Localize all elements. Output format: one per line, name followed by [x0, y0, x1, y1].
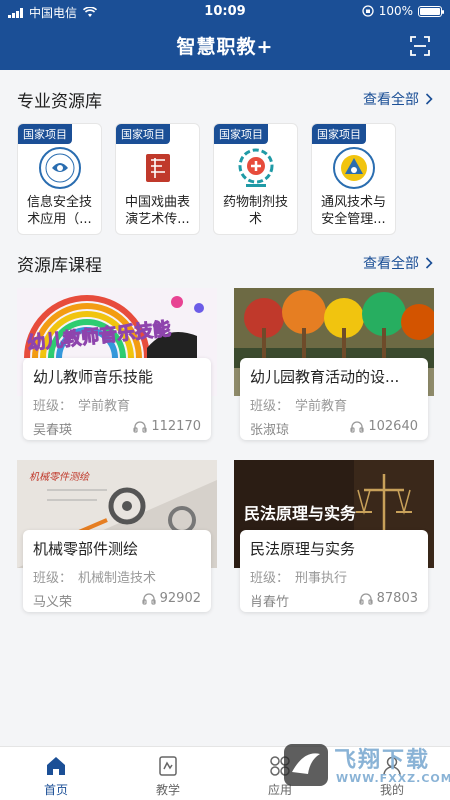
- course-views: 92902: [142, 591, 201, 606]
- scan-icon[interactable]: [410, 36, 430, 56]
- class-label: 班级：: [33, 571, 73, 586]
- teach-icon: [159, 756, 177, 776]
- watermark-url: WWW.FXXZ.COM: [336, 772, 450, 785]
- battery-icon: [418, 5, 444, 17]
- resource-name: 通风技术与安全管理...: [320, 195, 386, 227]
- top-bar: 中国电信 10:09 100% 智慧职教+: [0, 0, 450, 70]
- course-footer: 肖春竹 87803: [250, 591, 418, 610]
- watermark-brand: 飞翔下载: [334, 748, 431, 773]
- class-value: 学前教育: [295, 399, 348, 414]
- national-project-badge: 国家项目: [312, 124, 366, 144]
- course-footer: 张淑琼 102640: [250, 419, 418, 438]
- resource-section-title: 专业资源库: [17, 92, 102, 112]
- class-value: 机械制造技术: [78, 571, 157, 586]
- course-teacher: 张淑琼: [250, 423, 290, 438]
- chevron-right-icon: [425, 93, 433, 105]
- course-card[interactable]: 机械零件测绘 机械零部件测绘 班级： 机械制造技术 马义荣 92902: [17, 460, 217, 612]
- battery-fill: [420, 7, 440, 15]
- resource-card[interactable]: 国家项目 信息安全技术应用（...: [18, 124, 101, 234]
- status-bar: 中国电信 10:09 100%: [0, 0, 450, 24]
- course-class: 班级： 学前教育: [250, 395, 418, 414]
- course-section-title: 资源库课程: [17, 256, 102, 276]
- banner-text: 机械零件测绘: [29, 472, 89, 483]
- banner-text: 民法原理与实务: [244, 504, 357, 523]
- course-class: 班级： 学前教育: [33, 395, 201, 414]
- course-views: 112170: [133, 419, 201, 434]
- class-label: 班级：: [250, 399, 290, 414]
- tab-teaching-label: 教学: [155, 783, 180, 797]
- resource-section-header: 专业资源库 查看全部: [17, 87, 433, 112]
- course-footer: 马义荣 92902: [33, 591, 201, 610]
- course-section-header: 资源库课程 查看全部: [17, 251, 433, 276]
- class-value: 刑事执行: [295, 571, 348, 586]
- watermark-logo: 飞翔下载 WWW.FXXZ.COM: [282, 740, 450, 790]
- chevron-right-icon: [425, 257, 433, 269]
- course-info-card: 民法原理与实务 班级： 刑事执行 肖春竹 87803: [240, 530, 428, 612]
- tab-home[interactable]: 首页: [26, 755, 86, 798]
- course-teacher: 马义荣: [33, 595, 73, 610]
- resource-card[interactable]: 国家项目 药物制剂技术: [214, 124, 297, 234]
- course-info-card: 机械零部件测绘 班级： 机械制造技术 马义荣 92902: [23, 530, 211, 612]
- ventilation-logo-icon: [332, 147, 375, 189]
- course-footer: 吴春瑛 112170: [33, 419, 201, 438]
- infosec-logo-icon: [38, 147, 81, 189]
- course-class: 班级： 机械制造技术: [33, 567, 201, 586]
- status-right: 100%: [362, 4, 444, 18]
- views-icon: [350, 420, 364, 433]
- course-view-all-link[interactable]: 查看全部: [363, 253, 433, 273]
- course-views: 87803: [359, 591, 418, 606]
- class-label: 班级：: [250, 571, 290, 586]
- course-view-all-label: 查看全部: [363, 256, 419, 272]
- resource-view-all-link[interactable]: 查看全部: [363, 89, 433, 109]
- tab-home-label: 首页: [43, 783, 68, 797]
- views-count: 102640: [368, 419, 418, 434]
- views-count: 87803: [376, 591, 418, 606]
- course-title: 幼儿教师音乐技能: [33, 368, 154, 386]
- course-title: 幼儿园教育活动的设...: [250, 368, 400, 386]
- views-icon: [359, 592, 373, 605]
- resource-card[interactable]: 国家项目 中国戏曲表演艺术传...: [116, 124, 199, 234]
- course-title: 机械零部件测绘: [33, 540, 139, 558]
- course-teacher: 吴春瑛: [33, 423, 73, 438]
- national-project-badge: 国家项目: [214, 124, 268, 144]
- class-label: 班级：: [33, 399, 73, 414]
- views-icon: [133, 420, 147, 433]
- course-card[interactable]: 幼儿教师音乐技能 幼儿教师音乐技能 班级： 学前教育 吴春瑛 112170: [17, 288, 217, 440]
- course-title: 民法原理与实务: [250, 540, 356, 558]
- resource-view-all-label: 查看全部: [363, 92, 419, 108]
- national-project-badge: 国家项目: [116, 124, 170, 144]
- resource-card[interactable]: 国家项目 通风技术与安全管理...: [312, 124, 395, 234]
- app-title: 智慧职教+: [176, 36, 274, 58]
- views-icon: [142, 592, 156, 605]
- resource-name: 信息安全技术应用（...: [26, 195, 92, 227]
- home-icon: [47, 757, 65, 775]
- course-card[interactable]: 幼儿园教育活动的设... 班级： 学前教育 张淑琼 102640: [234, 288, 434, 440]
- battery-percent: 100%: [378, 4, 413, 18]
- views-count: 112170: [151, 419, 201, 434]
- tab-teaching[interactable]: 教学: [138, 755, 198, 798]
- opera-seal-logo-icon: [145, 154, 170, 182]
- pharma-logo-icon: [238, 148, 273, 187]
- resource-name: 药物制剂技术: [222, 195, 288, 227]
- views-count: 92902: [159, 591, 201, 606]
- national-project-badge: 国家项目: [18, 124, 72, 144]
- course-info-card: 幼儿教师音乐技能 班级： 学前教育 吴春瑛 112170: [23, 358, 211, 440]
- course-info-card: 幼儿园教育活动的设... 班级： 学前教育 张淑琼 102640: [240, 358, 428, 440]
- course-teacher: 肖春竹: [250, 595, 290, 610]
- resource-name: 中国戏曲表演艺术传...: [124, 195, 190, 227]
- course-card[interactable]: 民法原理与实务 民法原理与实务 班级： 刑事执行 肖春竹 87803: [234, 460, 434, 612]
- orientation-lock-icon: [362, 5, 374, 17]
- class-value: 学前教育: [78, 399, 131, 414]
- course-views: 102640: [350, 419, 418, 434]
- course-class: 班级： 刑事执行: [250, 567, 418, 586]
